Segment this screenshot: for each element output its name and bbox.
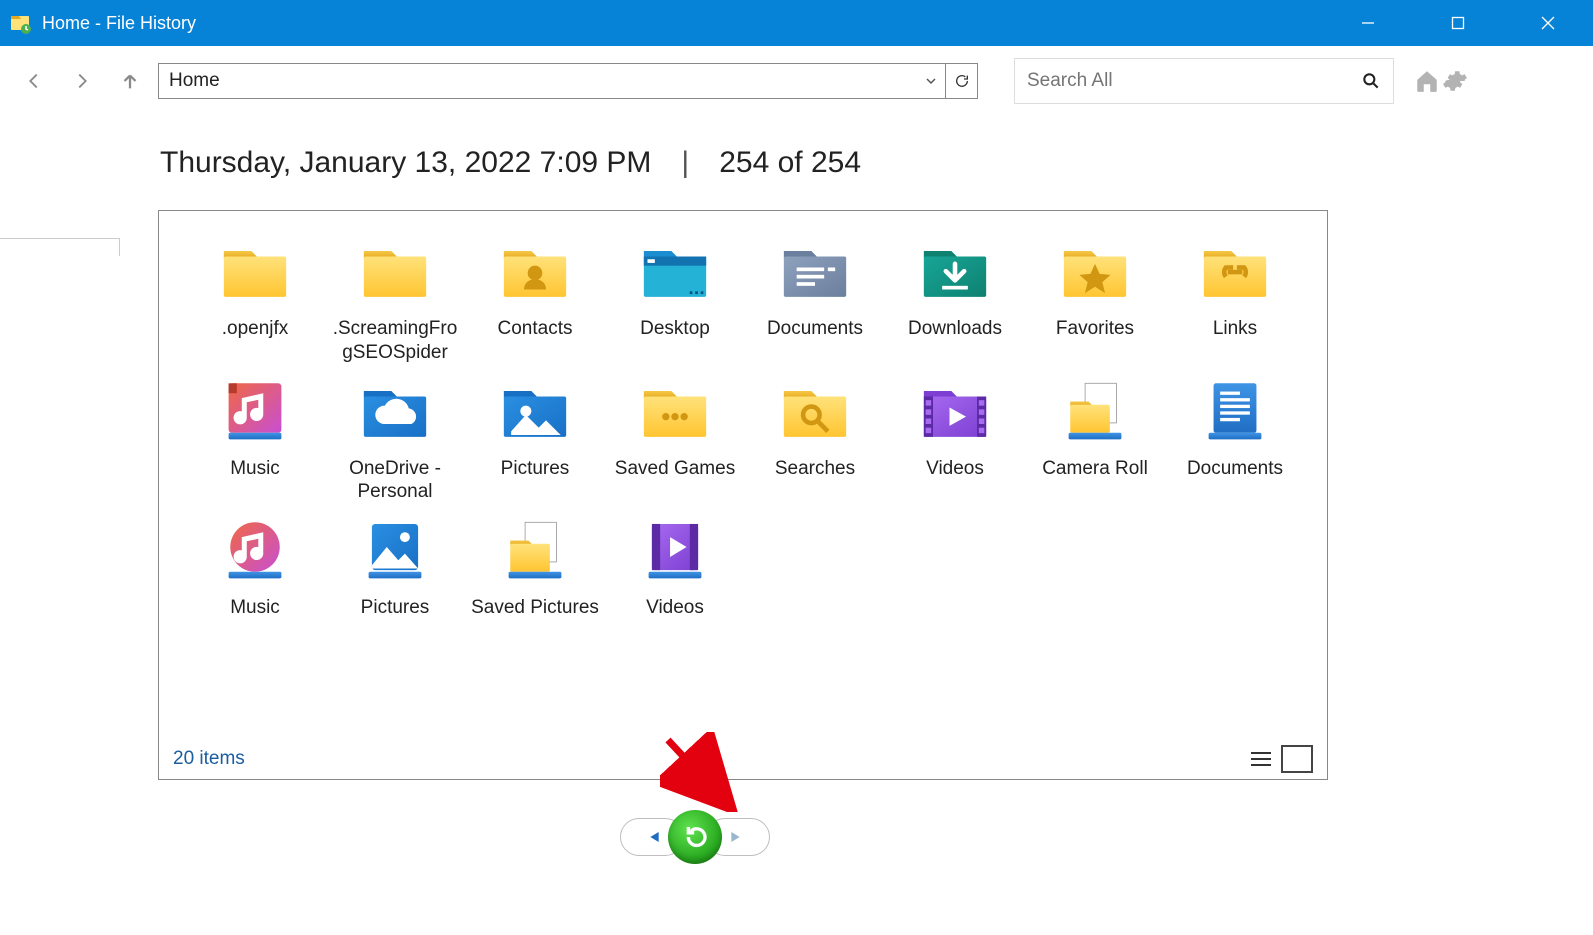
folder-label: Camera Roll: [1042, 457, 1148, 481]
up-button[interactable]: [110, 61, 150, 101]
restore-button[interactable]: [668, 810, 722, 864]
folder-videos-icon: [910, 373, 1000, 453]
home-icon[interactable]: [1414, 68, 1440, 94]
search-icon: [1361, 71, 1381, 91]
folder-icon: [210, 233, 300, 313]
folder-item[interactable]: Camera Roll: [1025, 373, 1165, 505]
folder-desktop-icon: [630, 233, 720, 313]
search-input[interactable]: [1027, 70, 1361, 92]
folder-item[interactable]: .openjfx: [185, 233, 325, 365]
snapshot-heading: Thursday, January 13, 2022 7:09 PM | 254…: [0, 116, 1593, 180]
folder-item[interactable]: Saved Games: [605, 373, 745, 505]
folder-item[interactable]: Favorites: [1025, 233, 1165, 365]
folder-searches-icon: [770, 373, 860, 453]
folder-label: Searches: [775, 457, 855, 481]
folder-item[interactable]: Pictures: [465, 373, 605, 505]
version-nav: [620, 810, 770, 864]
folder-onedrive-icon: [350, 373, 440, 453]
folder-item[interactable]: Videos: [605, 512, 745, 620]
folder-label: Music: [230, 596, 280, 620]
content-panel: .openjfx .ScreamingFrogSEOSpider Contacts D…: [158, 210, 1328, 780]
refresh-button[interactable]: [945, 64, 977, 98]
folder-favorites-icon: [1050, 233, 1140, 313]
folder-item[interactable]: Pictures: [325, 512, 465, 620]
folder-documents-icon: [770, 233, 860, 313]
breadcrumb-dropdown[interactable]: [917, 64, 945, 98]
folder-item[interactable]: .ScreamingFrogSEOSpider: [325, 233, 465, 365]
folder-item[interactable]: Downloads: [885, 233, 1025, 365]
folder-label: Music: [230, 457, 280, 481]
folder-label: Videos: [646, 596, 704, 620]
lib-videos-icon: [630, 512, 720, 592]
view-details-button[interactable]: [1245, 745, 1277, 773]
folder-label: Contacts: [498, 317, 573, 341]
folder-item[interactable]: Saved Pictures: [465, 512, 605, 620]
snapshot-position: 254 of 254: [719, 146, 861, 180]
lib-pictures-icon: [350, 512, 440, 592]
app-icon: [8, 11, 32, 35]
lib-camera-icon: [1050, 373, 1140, 453]
snapshot-timestamp: Thursday, January 13, 2022 7:09 PM: [160, 146, 651, 180]
item-grid: .openjfx .ScreamingFrogSEOSpider Contacts D…: [159, 211, 1327, 739]
heading-separator: |: [681, 146, 689, 180]
folder-item[interactable]: Documents: [745, 233, 885, 365]
folder-label: Saved Games: [615, 457, 735, 481]
close-button[interactable]: [1503, 0, 1593, 46]
back-button[interactable]: [14, 61, 54, 101]
side-panel: [0, 238, 120, 256]
breadcrumb-text: Home: [159, 70, 917, 92]
lib-documents-icon: [1190, 373, 1280, 453]
annotation-arrow: [660, 732, 740, 812]
lib-music-b-icon: [210, 512, 300, 592]
status-bar: 20 items: [159, 739, 1327, 779]
folder-item[interactable]: Videos: [885, 373, 1025, 505]
breadcrumb[interactable]: Home: [158, 63, 978, 99]
view-icons-button[interactable]: [1281, 745, 1313, 773]
gear-icon[interactable]: [1442, 68, 1468, 94]
item-count: 20 items: [173, 748, 245, 770]
folder-label: Links: [1213, 317, 1257, 341]
folder-label: Saved Pictures: [471, 596, 599, 620]
folder-item[interactable]: Desktop: [605, 233, 745, 365]
titlebar: Home - File History: [0, 0, 1593, 46]
folder-label: OneDrive - Personal: [330, 457, 460, 505]
window-title: Home - File History: [42, 13, 1323, 34]
folder-label: .openjfx: [222, 317, 289, 341]
folder-games-icon: [630, 373, 720, 453]
folder-label: Pictures: [501, 457, 570, 481]
folder-label: Downloads: [908, 317, 1002, 341]
folder-item[interactable]: Searches: [745, 373, 885, 505]
folder-item[interactable]: Contacts: [465, 233, 605, 365]
search-box[interactable]: [1014, 58, 1394, 104]
folder-links-icon: [1190, 233, 1280, 313]
lib-music-icon: [210, 373, 300, 453]
folder-item[interactable]: Music: [185, 373, 325, 505]
minimize-button[interactable]: [1323, 0, 1413, 46]
folder-label: Favorites: [1056, 317, 1134, 341]
folder-label: Documents: [767, 317, 863, 341]
folder-downloads-icon: [910, 233, 1000, 313]
folder-item[interactable]: Links: [1165, 233, 1305, 365]
folder-label: Videos: [926, 457, 984, 481]
maximize-button[interactable]: [1413, 0, 1503, 46]
folder-label: .ScreamingFrogSEOSpider: [330, 317, 460, 365]
folder-icon: [350, 233, 440, 313]
forward-button[interactable]: [62, 61, 102, 101]
folder-label: Pictures: [361, 596, 430, 620]
folder-item[interactable]: OneDrive - Personal: [325, 373, 465, 505]
folder-item[interactable]: Documents: [1165, 373, 1305, 505]
folder-contacts-icon: [490, 233, 580, 313]
folder-label: Documents: [1187, 457, 1283, 481]
toolbar: Home: [0, 46, 1593, 116]
folder-item[interactable]: Music: [185, 512, 325, 620]
lib-savedpics-icon: [490, 512, 580, 592]
folder-label: Desktop: [640, 317, 710, 341]
folder-pictures-icon: [490, 373, 580, 453]
